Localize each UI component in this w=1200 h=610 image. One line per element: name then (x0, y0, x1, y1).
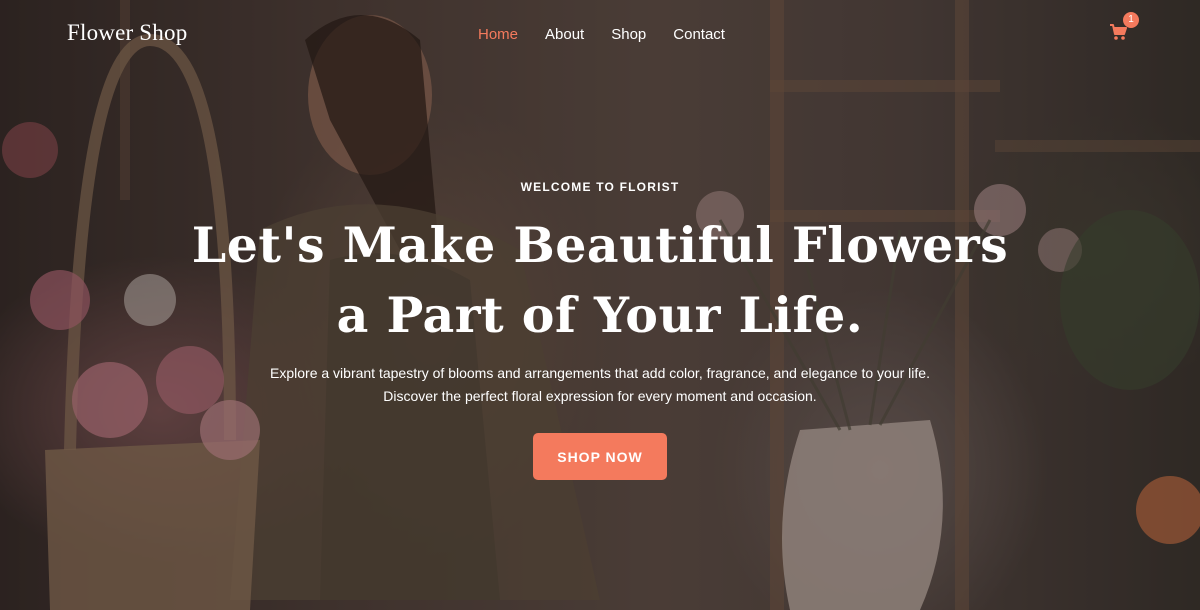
site-header: Flower Shop Home About Shop Contact 1 (0, 0, 1200, 70)
hero-headline-line-1: Let's Make Beautiful Flowers (191, 216, 1009, 274)
hero-description-line-1: Explore a vibrant tapestry of blooms and… (270, 365, 930, 381)
hero-headline-line-2: a Part of Your Life. (336, 286, 864, 344)
main-nav: Home About Shop Contact (478, 26, 752, 44)
cart-count-badge: 1 (1123, 12, 1139, 28)
hero-description: Explore a vibrant tapestry of blooms and… (0, 362, 1200, 408)
brand-logo[interactable]: Flower Shop (67, 20, 187, 46)
hero-description-line-2: Discover the perfect floral expression f… (383, 388, 817, 404)
nav-item-home[interactable]: Home (478, 26, 518, 44)
nav-item-about[interactable]: About (545, 26, 584, 44)
cart-button[interactable]: 1 (1109, 12, 1139, 43)
nav-item-shop[interactable]: Shop (611, 26, 646, 44)
hero-headline: Let's Make Beautiful Flowers a Part of Y… (0, 210, 1200, 350)
nav-item-contact[interactable]: Contact (673, 26, 725, 44)
hero-eyebrow: WELCOME TO FLORIST (520, 180, 680, 194)
shopping-cart-icon (1110, 24, 1127, 40)
shop-now-button[interactable]: SHOP NOW (533, 433, 667, 480)
